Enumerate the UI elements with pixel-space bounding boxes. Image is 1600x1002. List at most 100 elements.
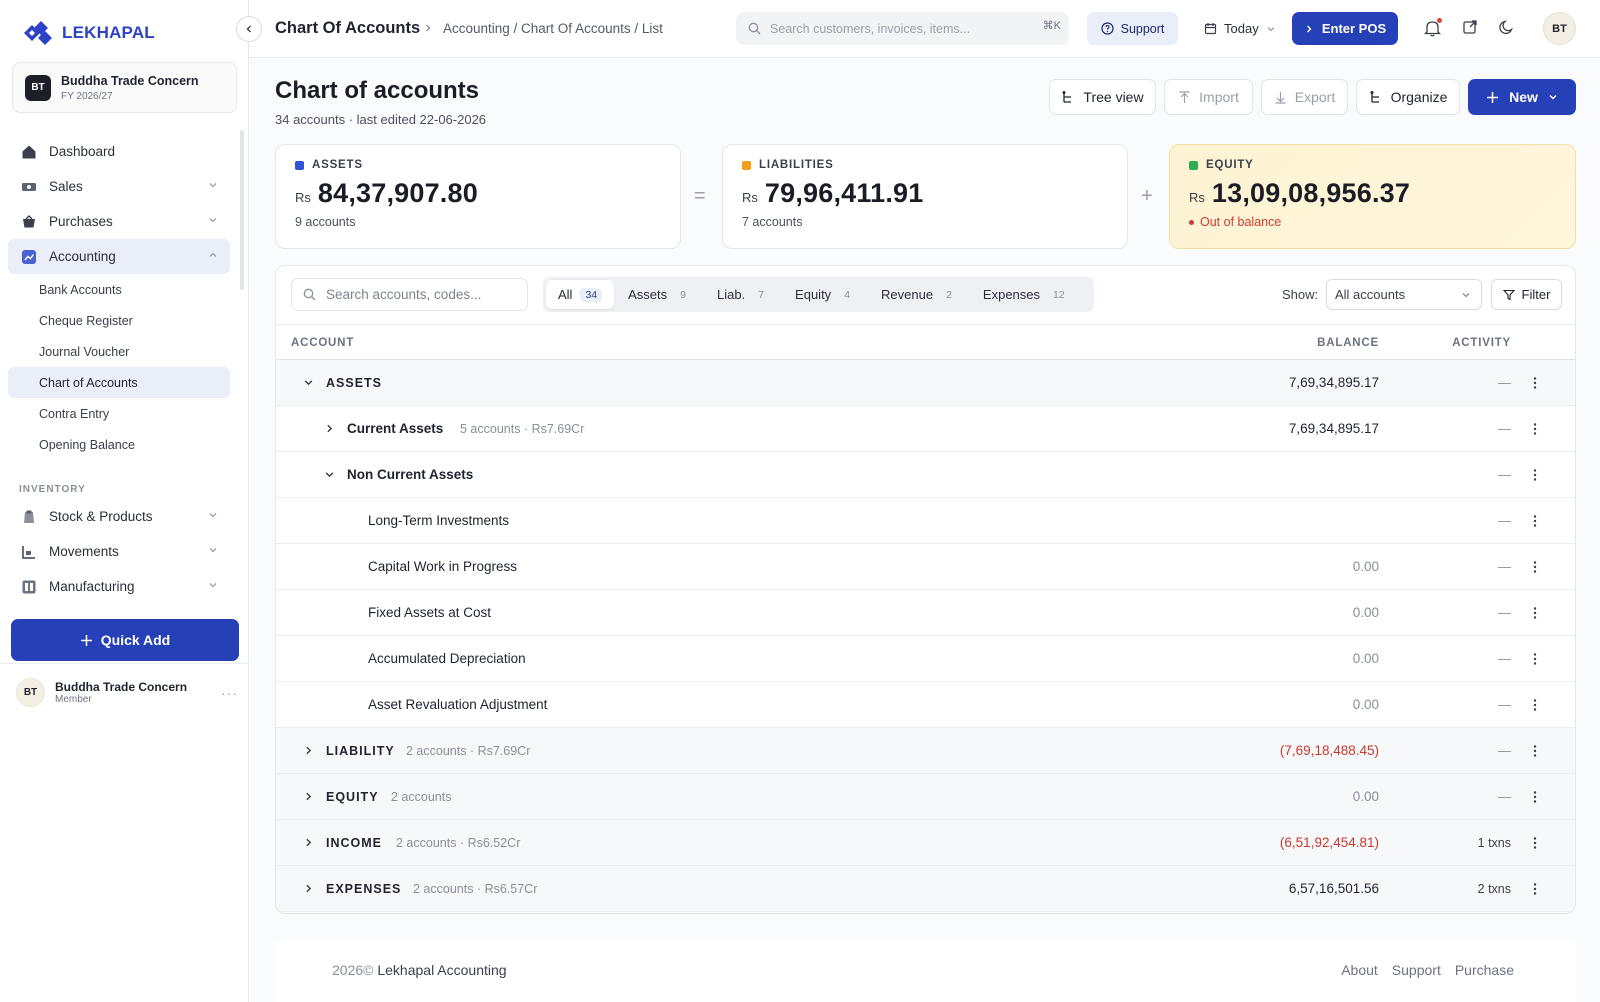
more-vertical-icon[interactable] bbox=[1533, 468, 1537, 482]
import-label: Import bbox=[1199, 89, 1239, 105]
tab-all[interactable]: All 34 bbox=[546, 280, 615, 309]
chevron-right-icon[interactable] bbox=[303, 837, 314, 848]
more-vertical-icon[interactable] bbox=[1533, 422, 1537, 436]
user-menu[interactable]: BT Buddha Trade Concern Member ··· bbox=[16, 678, 238, 707]
footer-link-purchase[interactable]: Purchase bbox=[1455, 962, 1514, 978]
quick-add-label: Quick Add bbox=[100, 632, 171, 648]
chevron-down-icon[interactable] bbox=[303, 377, 314, 388]
sidebar-item-label: Dashboard bbox=[49, 144, 116, 159]
more-vertical-icon[interactable] bbox=[1533, 882, 1537, 896]
account-activity: — bbox=[1498, 697, 1511, 712]
account-meta: 2 accounts · Rs6.57Cr bbox=[413, 882, 538, 896]
account-row[interactable]: Capital Work in Progress 0.00 — bbox=[276, 544, 1575, 590]
account-row[interactable]: Long-Term Investments — bbox=[276, 498, 1575, 544]
date-filter-dropdown[interactable]: Today bbox=[1204, 12, 1276, 45]
tab-expenses[interactable]: Expenses 12 bbox=[971, 280, 1082, 309]
account-subgroup-row[interactable]: Non Current Assets — bbox=[276, 452, 1575, 498]
sidebar-subitem-chart-of-accounts[interactable]: Chart of Accounts bbox=[8, 367, 230, 398]
chevron-right-icon[interactable] bbox=[303, 745, 314, 756]
more-vertical-icon[interactable] bbox=[1533, 836, 1537, 850]
breadcrumb[interactable]: Accounting / Chart Of Accounts / List bbox=[443, 21, 663, 36]
global-search-input[interactable]: Search customers, invoices, items... ⌘K bbox=[736, 12, 1069, 45]
chevron-right-icon[interactable] bbox=[303, 883, 314, 894]
tree-view-button[interactable]: Tree view bbox=[1049, 79, 1156, 115]
tab-revenue[interactable]: Revenue 2 bbox=[869, 280, 969, 309]
tab-count: 12 bbox=[1053, 288, 1065, 301]
sidebar-item-sales[interactable]: Sales bbox=[8, 169, 230, 204]
chevron-down-icon[interactable] bbox=[324, 469, 335, 480]
chevron-right-icon[interactable] bbox=[303, 791, 314, 802]
more-vertical-icon[interactable] bbox=[1533, 790, 1537, 804]
column-header-balance[interactable]: BALANCE bbox=[1317, 337, 1379, 349]
footer-brand: Lekhapal Accounting bbox=[377, 962, 507, 978]
sidebar-item-manufacturing[interactable]: Manufacturing bbox=[8, 569, 230, 604]
plus-icon bbox=[80, 634, 92, 646]
sidebar-scrollbar[interactable] bbox=[240, 130, 244, 290]
import-button[interactable]: Import bbox=[1164, 79, 1253, 115]
more-vertical-icon[interactable] bbox=[1533, 606, 1537, 620]
account-row[interactable]: Asset Revaluation Adjustment 0.00 — bbox=[276, 682, 1575, 728]
moon-icon[interactable] bbox=[1499, 19, 1515, 35]
footer-link-about[interactable]: About bbox=[1341, 962, 1378, 978]
account-row[interactable]: Fixed Assets at Cost 0.00 — bbox=[276, 590, 1575, 636]
more-vertical-icon[interactable] bbox=[1533, 560, 1537, 574]
user-avatar[interactable]: BT bbox=[1543, 12, 1576, 45]
sidebar-item-movements[interactable]: Movements bbox=[8, 534, 230, 569]
organize-button[interactable]: Organize bbox=[1356, 79, 1460, 115]
page-breadcrumb-title: Chart Of Accounts bbox=[275, 19, 421, 37]
liabilities-summary-card[interactable]: LIABILITIES Rs 79,96,411.91 7 accounts bbox=[722, 144, 1128, 249]
assets-summary-card[interactable]: ASSETS Rs 84,37,907.80 9 accounts bbox=[275, 144, 681, 249]
org-switcher[interactable]: BT Buddha Trade Concern FY 2026/27 bbox=[12, 62, 237, 113]
quick-add-button[interactable]: Quick Add bbox=[11, 619, 239, 661]
logo[interactable]: LEKHAPAL bbox=[22, 20, 155, 46]
sidebar-subitem-cheque-register[interactable]: Cheque Register bbox=[8, 305, 230, 336]
sidebar-nav: Dashboard Sales Purchases Accounting Ban… bbox=[8, 134, 230, 604]
sidebar-item-accounting[interactable]: Accounting bbox=[8, 239, 230, 274]
account-row[interactable]: Accumulated Depreciation 0.00 — bbox=[276, 636, 1575, 682]
chevron-right-icon[interactable] bbox=[324, 423, 335, 434]
account-subgroup-row[interactable]: Current Assets 5 accounts · Rs7.69Cr 7,6… bbox=[276, 406, 1575, 452]
account-group-row[interactable]: INCOME 2 accounts · Rs6.52Cr (6,51,92,45… bbox=[276, 820, 1575, 866]
logo-icon bbox=[24, 21, 52, 45]
more-vertical-icon[interactable] bbox=[1533, 744, 1537, 758]
sidebar-subitem-contra-entry[interactable]: Contra Entry bbox=[8, 398, 230, 429]
export-button[interactable]: Export bbox=[1261, 79, 1348, 115]
search-icon bbox=[748, 22, 761, 35]
show-accounts-select[interactable]: All accounts bbox=[1326, 279, 1482, 310]
tab-count: 2 bbox=[946, 288, 952, 301]
more-icon[interactable]: ··· bbox=[221, 685, 238, 701]
sidebar-subitem-journal-voucher[interactable]: Journal Voucher bbox=[8, 336, 230, 367]
more-vertical-icon[interactable] bbox=[1533, 652, 1537, 666]
more-vertical-icon[interactable] bbox=[1533, 376, 1537, 390]
sidebar-item-dashboard[interactable]: Dashboard bbox=[8, 134, 230, 169]
account-group-row[interactable]: LIABILITY 2 accounts · Rs7.69Cr (7,69,18… bbox=[276, 728, 1575, 774]
tab-equity[interactable]: Equity 4 bbox=[783, 280, 867, 309]
tab-count: 4 bbox=[844, 288, 851, 301]
user-role: Member bbox=[55, 694, 92, 705]
equity-color-swatch bbox=[1189, 160, 1198, 170]
footer-link-support[interactable]: Support bbox=[1392, 962, 1441, 978]
more-vertical-icon[interactable] bbox=[1533, 698, 1537, 712]
account-group-row[interactable]: ASSETS 7,69,34,895.17 — bbox=[276, 360, 1575, 406]
enter-pos-button[interactable]: Enter POS bbox=[1292, 12, 1398, 45]
column-header-account[interactable]: ACCOUNT bbox=[291, 337, 354, 349]
sidebar-subitem-bank-accounts[interactable]: Bank Accounts bbox=[8, 274, 230, 305]
chevron-up-icon bbox=[209, 252, 217, 257]
account-group-row[interactable]: EXPENSES 2 accounts · Rs6.57Cr 6,57,16,5… bbox=[276, 866, 1575, 912]
equity-summary-card[interactable]: EQUITY Rs 13,09,08,956.37 Out of balance bbox=[1169, 144, 1576, 249]
tab-assets[interactable]: Assets 9 bbox=[616, 280, 703, 309]
sidebar-subitem-opening-balance[interactable]: Opening Balance bbox=[8, 429, 230, 460]
tab-liabilities[interactable]: Liab. 7 bbox=[705, 280, 781, 309]
account-group-row[interactable]: EQUITY 2 accounts 0.00 — bbox=[276, 774, 1575, 820]
more-vertical-icon[interactable] bbox=[1533, 514, 1537, 528]
new-account-button[interactable]: New bbox=[1468, 79, 1576, 115]
support-button[interactable]: Support bbox=[1087, 12, 1178, 45]
sidebar-item-stock-products[interactable]: Stock & Products bbox=[8, 499, 230, 534]
collapse-sidebar-button[interactable] bbox=[236, 16, 262, 42]
user-avatar: BT bbox=[16, 678, 45, 707]
sidebar-item-purchases[interactable]: Purchases bbox=[8, 204, 230, 239]
account-search-input[interactable]: Search accounts, codes... bbox=[291, 278, 528, 311]
filter-button[interactable]: Filter bbox=[1491, 279, 1562, 310]
column-header-activity[interactable]: ACTIVITY bbox=[1452, 337, 1511, 349]
external-link-icon[interactable] bbox=[1462, 19, 1478, 35]
